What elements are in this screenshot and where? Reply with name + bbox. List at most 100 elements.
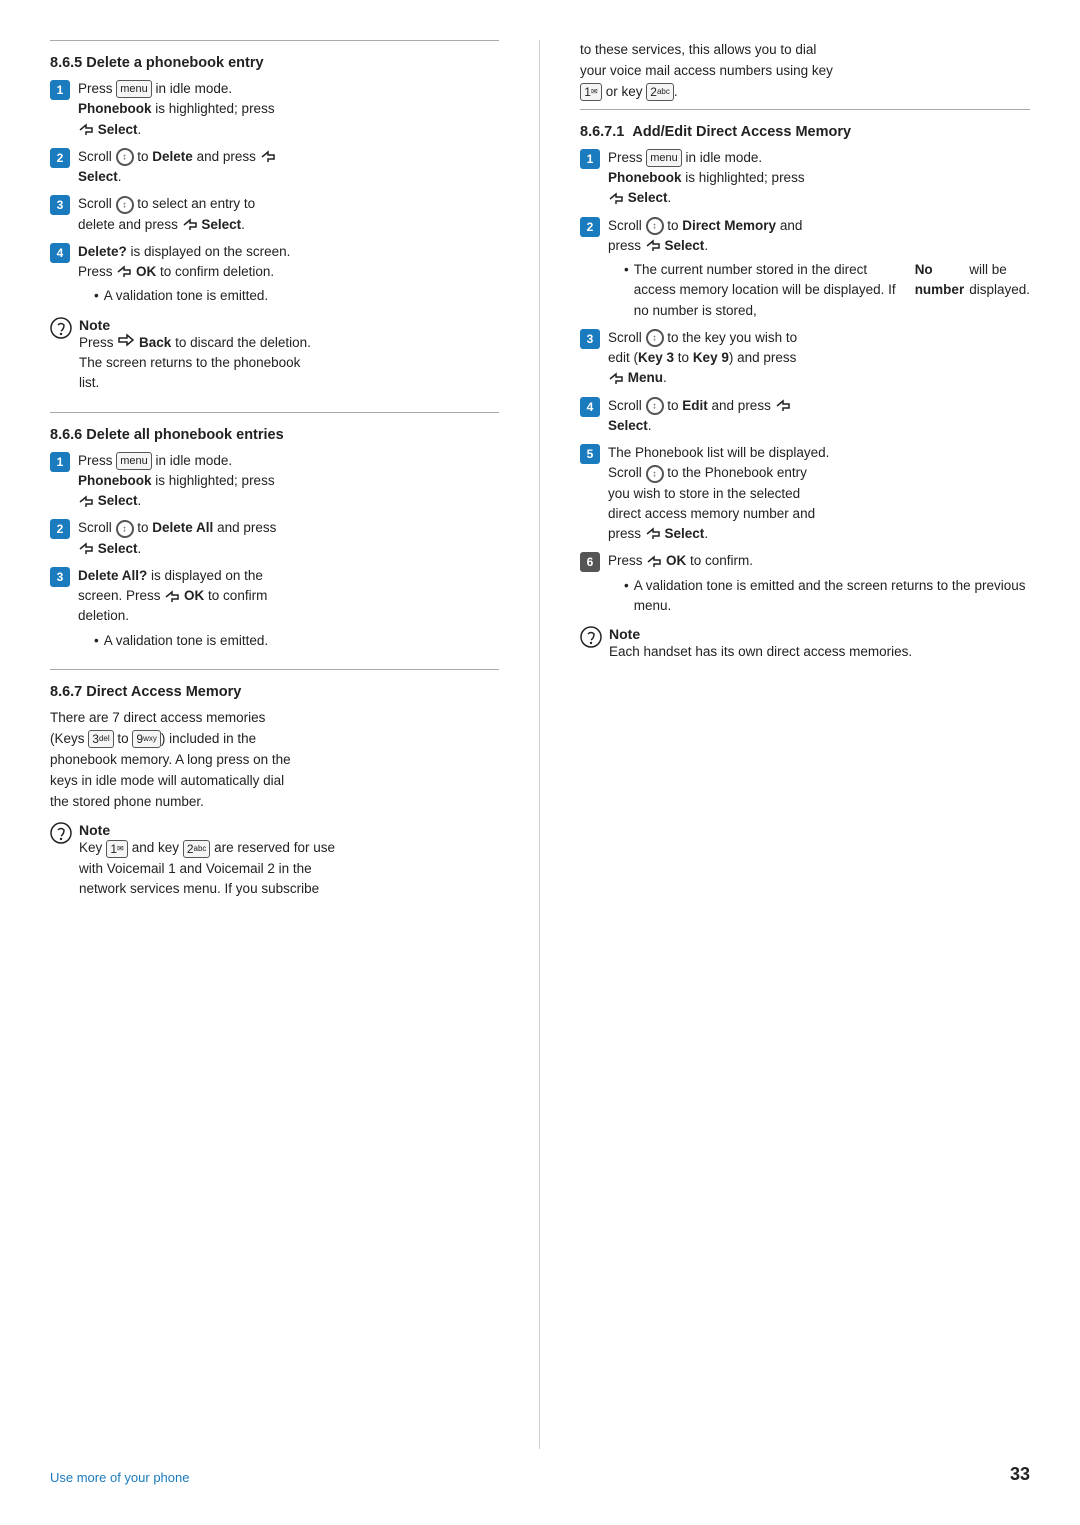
scroll-icon-866-2 bbox=[116, 520, 134, 538]
note-icon-8671 bbox=[580, 626, 602, 648]
scroll-icon-8671-5 bbox=[646, 465, 664, 483]
step-content-866-2: Scroll to Delete All and press Select. bbox=[78, 518, 499, 559]
section-divider-867 bbox=[50, 669, 499, 670]
step-content-865-3: Scroll to select an entry to delete and … bbox=[78, 194, 499, 235]
step-num-8671-1: 1 bbox=[580, 149, 600, 169]
section-8671-num: 8.6.7.1 bbox=[580, 124, 624, 140]
step-num-866-3: 3 bbox=[50, 567, 70, 587]
scroll-icon-3 bbox=[116, 196, 134, 214]
step-list-8671: 1 Press menu in idle mode. Phonebook is … bbox=[580, 148, 1030, 616]
step-8671-2: 2 Scroll to Direct Memory and press Sele… bbox=[580, 216, 1030, 321]
step-content-865-2: Scroll to Delete and press Select. bbox=[78, 147, 499, 188]
select-softkey-8671-2 bbox=[645, 239, 661, 253]
step-8671-4: 4 Scroll to Edit and press Select. bbox=[580, 396, 1030, 437]
menu-key-866: menu bbox=[116, 452, 152, 470]
step-list-865: 1 Press menu in idle mode. Phonebook is … bbox=[50, 79, 499, 307]
note-label-867: Note bbox=[79, 822, 335, 838]
step-866-3: 3 Delete All? is displayed on the screen… bbox=[50, 566, 499, 651]
step-list-866: 1 Press menu in idle mode. Phonebook is … bbox=[50, 451, 499, 651]
section-867-intro: There are 7 direct access memories (Keys… bbox=[50, 708, 499, 813]
section-8671-name: Add/Edit Direct Access Memory bbox=[632, 124, 851, 140]
note-text-865: Press Back to discard the deletion. The … bbox=[79, 333, 311, 394]
page-footer: Use more of your phone 33 bbox=[50, 1449, 1030, 1485]
step-8671-1: 1 Press menu in idle mode. Phonebook is … bbox=[580, 148, 1030, 209]
step-content-8671-4: Scroll to Edit and press Select. bbox=[608, 396, 1030, 437]
menu-key: menu bbox=[116, 80, 152, 98]
select-softkey bbox=[78, 123, 94, 137]
section-867-title: 8.6.7 Direct Access Memory bbox=[50, 684, 499, 700]
step-866-1: 1 Press menu in idle mode. Phonebook is … bbox=[50, 451, 499, 512]
scroll-icon-8671-3 bbox=[646, 329, 664, 347]
select-softkey-866-3 bbox=[164, 590, 180, 604]
key-2-right: 2abc bbox=[646, 83, 674, 101]
section-866: 8.6.6 Delete all phonebook entries 1 Pre… bbox=[50, 427, 499, 651]
step-8671-3: 3 Scroll to the key you wish to edit (Ke… bbox=[580, 328, 1030, 389]
footer-page-number: 33 bbox=[1010, 1464, 1030, 1485]
select-softkey-8671-6 bbox=[646, 555, 662, 569]
step-865-3: 3 Scroll to select an entry to delete an… bbox=[50, 194, 499, 235]
section-866-title: 8.6.6 Delete all phonebook entries bbox=[50, 427, 499, 443]
select-softkey-866 bbox=[78, 495, 94, 509]
select-softkey-866-2 bbox=[78, 542, 94, 556]
section-8671: 8.6.7.1 Add/Edit Direct Access Memory 1 … bbox=[580, 124, 1030, 663]
step-content-865-1: Press menu in idle mode. Phonebook is hi… bbox=[78, 79, 499, 140]
step-num-865-1: 1 bbox=[50, 80, 70, 100]
step-content-8671-5: The Phonebook list will be displayed. Sc… bbox=[608, 443, 1030, 544]
step-865-1: 1 Press menu in idle mode. Phonebook is … bbox=[50, 79, 499, 140]
note-icon-867 bbox=[50, 822, 72, 844]
select-softkey-8671-3 bbox=[608, 372, 624, 386]
step-num-865-4: 4 bbox=[50, 243, 70, 263]
section-865-title: 8.6.5 Delete a phonebook entry bbox=[50, 55, 499, 71]
note-content-867: Note Key 1✉ and key 2abc are reserved fo… bbox=[79, 822, 335, 899]
note-content-865: Note Press Back to discard the deletion.… bbox=[79, 317, 311, 394]
select-softkey-3 bbox=[182, 218, 198, 232]
section-867: 8.6.7 Direct Access Memory There are 7 d… bbox=[50, 684, 499, 899]
two-column-layout: 8.6.5 Delete a phonebook entry 1 Press m… bbox=[50, 40, 1030, 1449]
step-866-2: 2 Scroll to Delete All and press Select. bbox=[50, 518, 499, 559]
key-1-right: 1✉ bbox=[580, 83, 602, 101]
note-box-8671: Note Each handset has its own direct acc… bbox=[580, 626, 1030, 662]
step-content-8671-2: Scroll to Direct Memory and press Select… bbox=[608, 216, 1030, 321]
left-column: 8.6.5 Delete a phonebook entry 1 Press m… bbox=[50, 40, 540, 1449]
scroll-icon-8671-4 bbox=[646, 397, 664, 415]
section-865: 8.6.5 Delete a phonebook entry 1 Press m… bbox=[50, 55, 499, 394]
scroll-icon-8671-2 bbox=[646, 217, 664, 235]
step-num-866-2: 2 bbox=[50, 519, 70, 539]
step-num-866-1: 1 bbox=[50, 452, 70, 472]
step-num-8671-2: 2 bbox=[580, 217, 600, 237]
step-num-865-2: 2 bbox=[50, 148, 70, 168]
key-9: 9wxy bbox=[132, 730, 160, 748]
note-label-8671: Note bbox=[609, 626, 912, 642]
note-box-867: Note Key 1✉ and key 2abc are reserved fo… bbox=[50, 822, 499, 899]
right-top-text: to these services, this allows you to di… bbox=[580, 40, 1030, 103]
note-text-8671: Each handset has its own direct access m… bbox=[609, 642, 912, 662]
step-content-8671-1: Press menu in idle mode. Phonebook is hi… bbox=[608, 148, 1030, 209]
select-softkey-8671-4 bbox=[775, 399, 791, 413]
step-num-8671-4: 4 bbox=[580, 397, 600, 417]
step-content-866-3: Delete All? is displayed on the screen. … bbox=[78, 566, 499, 651]
note-text-867: Key 1✉ and key 2abc are reserved for use… bbox=[79, 838, 335, 899]
scroll-icon bbox=[116, 148, 134, 166]
note-box-865: Note Press Back to discard the deletion.… bbox=[50, 317, 499, 394]
select-softkey-8671 bbox=[608, 192, 624, 206]
step-num-8671-3: 3 bbox=[580, 329, 600, 349]
step-content-8671-3: Scroll to the key you wish to edit (Key … bbox=[608, 328, 1030, 389]
step-8671-6: 6 Press OK to confirm. A validation tone… bbox=[580, 551, 1030, 616]
key-1-vm: 1✉ bbox=[106, 840, 128, 858]
section-divider-865 bbox=[50, 40, 499, 41]
footer-link: Use more of your phone bbox=[50, 1470, 189, 1485]
key-3: 3del bbox=[88, 730, 113, 748]
section-divider-8671 bbox=[580, 109, 1030, 110]
section-8671-title: 8.6.7.1 Add/Edit Direct Access Memory bbox=[580, 124, 1030, 140]
step-865-4: 4 Delete? is displayed on the screen. Pr… bbox=[50, 242, 499, 307]
menu-key-8671: menu bbox=[646, 149, 682, 167]
bullet-866-3: A validation tone is emitted. bbox=[94, 631, 499, 651]
note-label-865: Note bbox=[79, 317, 311, 333]
bullet-8671-2: The current number stored in the direct … bbox=[624, 260, 1030, 321]
right-column: to these services, this allows you to di… bbox=[540, 40, 1030, 1449]
step-num-8671-6: 6 bbox=[580, 552, 600, 572]
note-content-8671: Note Each handset has its own direct acc… bbox=[609, 626, 912, 662]
step-num-865-3: 3 bbox=[50, 195, 70, 215]
step-content-866-1: Press menu in idle mode. Phonebook is hi… bbox=[78, 451, 499, 512]
bullet-8671-6: A validation tone is emitted and the scr… bbox=[624, 576, 1030, 617]
